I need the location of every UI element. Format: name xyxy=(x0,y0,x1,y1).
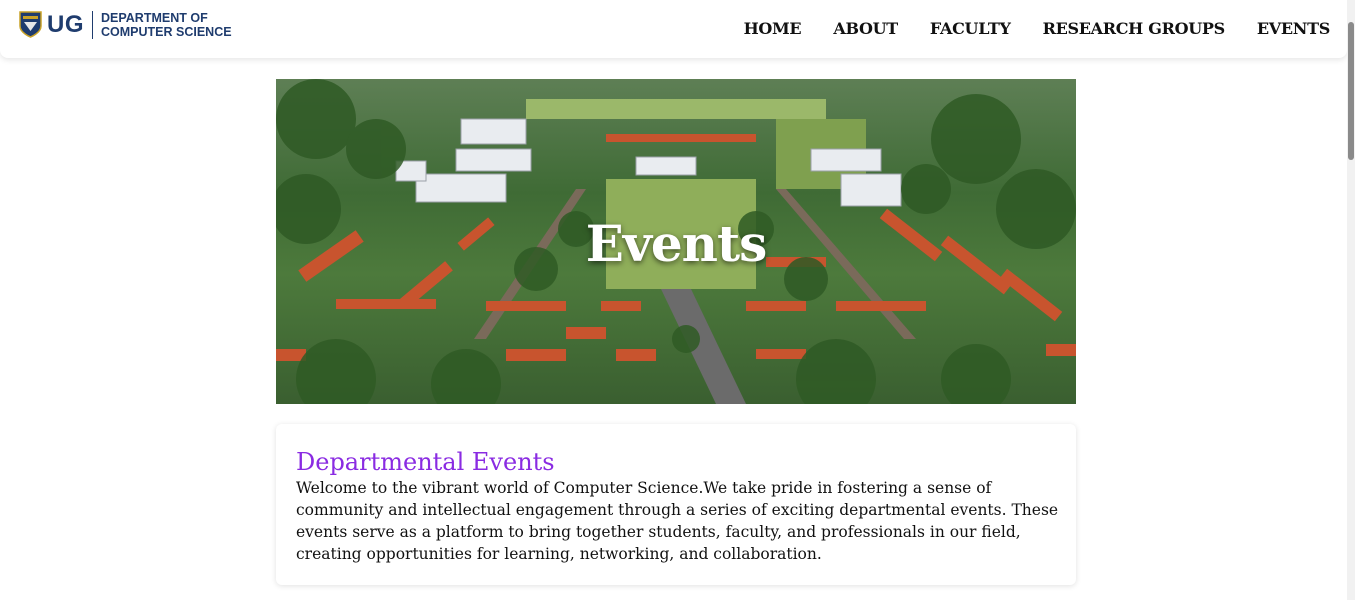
department-name-line1: DEPARTMENT OF xyxy=(101,10,208,25)
site-header: UG DEPARTMENT OF COMPUTER SCIENCE HOME A… xyxy=(0,0,1347,58)
logo-divider xyxy=(92,10,93,39)
nav-events[interactable]: EVENTS xyxy=(1257,19,1330,38)
nav-faculty[interactable]: FACULTY xyxy=(930,19,1011,38)
card-title: Departmental Events xyxy=(296,448,555,476)
scrollbar-thumb[interactable] xyxy=(1348,22,1354,160)
logo-ug-text: UG xyxy=(47,10,84,38)
department-name-line2: COMPUTER SCIENCE xyxy=(101,24,232,39)
nav-about[interactable]: ABOUT xyxy=(833,19,898,38)
hero-title: Events xyxy=(585,214,768,273)
ug-crest-icon xyxy=(19,11,42,38)
card-body-text: Welcome to the vibrant world of Computer… xyxy=(296,479,1059,563)
departmental-events-card: Departmental Events Welcome to the vibra… xyxy=(276,424,1076,585)
nav-home[interactable]: HOME xyxy=(744,19,802,38)
nav-research-groups[interactable]: RESEARCH GROUPS xyxy=(1043,19,1226,38)
department-name: DEPARTMENT OF COMPUTER SCIENCE xyxy=(101,11,232,39)
hero-banner: Events xyxy=(276,79,1076,404)
logo[interactable]: UG DEPARTMENT OF COMPUTER SCIENCE xyxy=(18,10,232,39)
scrollbar-track[interactable] xyxy=(1347,0,1355,600)
main-nav: HOME ABOUT FACULTY RESEARCH GROUPS EVENT… xyxy=(712,19,1331,38)
